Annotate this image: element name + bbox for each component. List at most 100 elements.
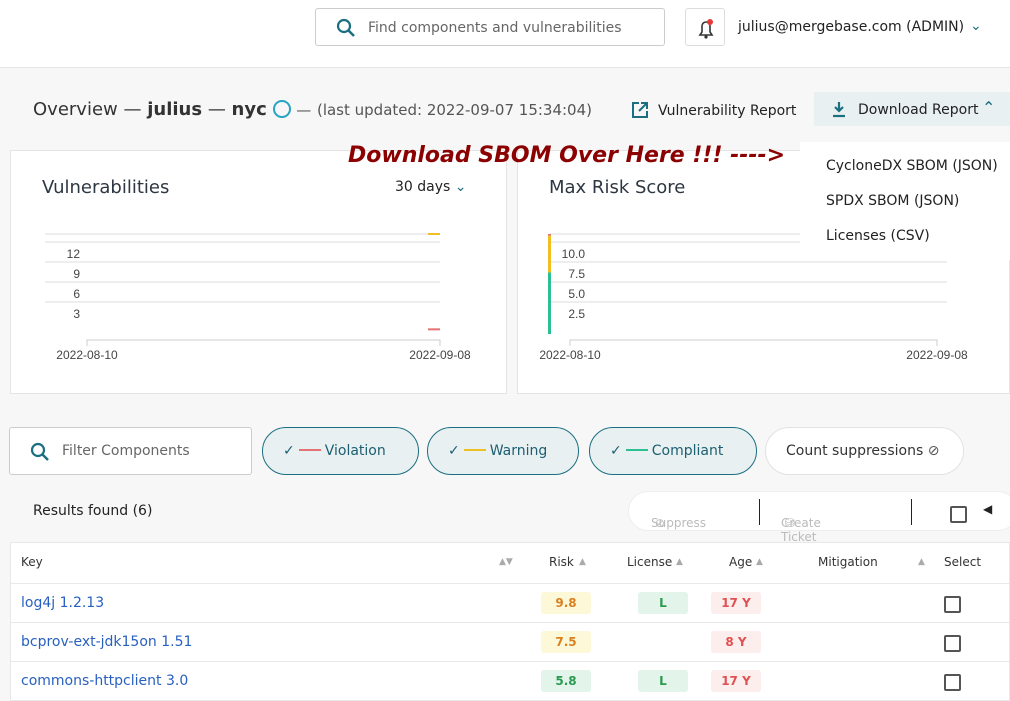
warning-line-icon — [463, 449, 486, 451]
eye-slash-icon: ⊘ — [654, 516, 665, 530]
warning-label: Warning — [489, 443, 548, 459]
x-tick-label: 2022-08-10 — [540, 348, 601, 362]
component-link[interactable]: commons-httpclient 3.0 — [21, 673, 188, 689]
check-icon: ✓ — [448, 443, 460, 459]
table-row[interactable]: bcprov-ext-jdk15on 1.51 7.5 8 Y — [11, 622, 1009, 661]
global-search-input[interactable]: Find components and vulnerabilities — [315, 8, 665, 46]
y-tick-label: 7.5 — [568, 267, 585, 281]
column-select: Select — [944, 555, 982, 569]
violation-toggle[interactable]: ✓ Violation — [262, 427, 419, 475]
risk-bar-segment — [548, 272, 551, 334]
range-label: 30 days — [395, 179, 451, 195]
count-suppressions-label: Count suppressions — [786, 443, 924, 459]
callout-annotation: Download SBOM Over Here !!! ----> — [348, 143, 786, 168]
risk-badge: 9.8 — [541, 592, 591, 614]
vulnerability-report-link[interactable]: Vulnerability Report — [630, 100, 796, 120]
overview-project: nyc — [231, 99, 267, 120]
x-axis — [569, 339, 938, 346]
component-link[interactable]: log4j 1.2.13 — [21, 595, 104, 611]
x-axis — [86, 339, 441, 346]
age-badge: 17 Y — [711, 670, 761, 692]
vulnerabilities-chart: 3 6 9 12 2022-08-10 2022-09-08 — [45, 233, 471, 362]
x-tick-label: 2022-09-08 — [906, 348, 968, 362]
download-menu: CycloneDX SBOM (JSON) SPDX SBOM (JSON) L… — [800, 142, 1010, 260]
results-count: Results found (6) — [33, 503, 153, 519]
separator: — — [123, 99, 142, 120]
download-report-button[interactable]: Download Report ⌃ — [814, 92, 1010, 126]
download-report-label: Download Report — [858, 102, 979, 118]
vulnerability-report-label: Vulnerability Report — [658, 103, 797, 119]
y-tick-label: 9 — [73, 267, 80, 281]
top-header: Find components and vulnerabilities juli… — [0, 0, 1010, 68]
last-updated: (last updated: 2022-09-07 15:34:04) — [316, 101, 593, 119]
violation-label: Violation — [324, 443, 386, 459]
y-tick-label: 2.5 — [568, 307, 585, 321]
suppress-button[interactable]: Suppress ⊘ — [651, 504, 706, 530]
notifications-button[interactable] — [685, 8, 725, 46]
column-mitigation[interactable]: Mitigation — [818, 555, 878, 569]
overview-label: Overview — [33, 99, 118, 120]
count-suppressions-toggle[interactable]: Count suppressions ⊘ — [765, 427, 964, 475]
caret-left-icon[interactable]: ◀ — [983, 502, 992, 516]
risk-badge: 7.5 — [541, 631, 591, 653]
bell-icon — [698, 19, 714, 39]
filter-components-input[interactable]: Filter Components — [9, 427, 252, 475]
database-plus-icon: ⛁ — [784, 516, 795, 530]
search-placeholder: Find components and vulnerabilities — [368, 20, 622, 36]
bulk-actions-bar: Suppress ⊘ Create Ticket ⛁ ◀ — [628, 491, 1010, 544]
y-tick-label: 3 — [73, 307, 80, 321]
search-icon — [336, 18, 355, 37]
compliant-label: Compliant — [651, 443, 724, 459]
check-icon: ✓ — [283, 443, 295, 459]
chevron-up-icon: ⌃ — [982, 98, 996, 117]
table-row[interactable]: commons-httpclient 3.0 5.8 L 17 Y — [11, 661, 1009, 700]
violation-line-icon — [298, 449, 321, 451]
age-badge: 17 Y — [711, 592, 761, 614]
filter-placeholder: Filter Components — [62, 443, 190, 459]
menu-item-cyclonedx[interactable]: CycloneDX SBOM (JSON) — [826, 158, 998, 174]
sort-icon[interactable]: ▲ — [756, 557, 763, 567]
warning-toggle[interactable]: ✓ Warning — [427, 427, 579, 475]
age-badge: 8 Y — [711, 631, 761, 653]
eye-slash-icon: ⊘ — [927, 443, 940, 459]
column-license[interactable]: License — [627, 555, 672, 569]
overview-user: julius — [147, 99, 203, 120]
divider — [911, 499, 912, 525]
chevron-down-icon[interactable]: ⌄ — [970, 18, 982, 34]
user-menu[interactable]: julius@mergebase.com (ADMIN) — [738, 19, 964, 35]
range-dropdown[interactable]: 30 days ⌄ — [395, 179, 467, 195]
create-ticket-button[interactable]: Create Ticket ⛁ — [781, 504, 821, 544]
menu-item-licenses[interactable]: Licenses (CSV) — [826, 228, 930, 244]
sort-icon[interactable]: ▲ — [579, 557, 586, 567]
row-checkbox[interactable] — [944, 596, 961, 613]
sort-icon[interactable]: ▲▼ — [499, 557, 513, 567]
component-link[interactable]: bcprov-ext-jdk15on 1.51 — [21, 634, 192, 650]
separator: — — [207, 99, 226, 120]
chart-title: Max Risk Score — [549, 177, 686, 198]
select-all-checkbox[interactable] — [950, 506, 967, 523]
column-risk[interactable]: Risk — [549, 555, 574, 569]
license-badge: L — [638, 670, 688, 692]
x-tick-label: 2022-08-10 — [56, 348, 118, 362]
table-row[interactable]: log4j 1.2.13 9.8 L 17 Y — [11, 583, 1009, 622]
external-link-icon — [632, 102, 648, 118]
chevron-down-icon: ⌄ — [454, 179, 467, 195]
chart-title: Vulnerabilities — [42, 177, 170, 198]
y-tick-label: 6 — [73, 287, 80, 301]
column-key[interactable]: Key — [21, 555, 43, 569]
components-table: Key ▲▼ Risk ▲ License ▲ Age ▲ Mitigation… — [10, 542, 1010, 701]
sort-icon[interactable]: ▲ — [676, 557, 683, 567]
table-header: Key ▲▼ Risk ▲ License ▲ Age ▲ Mitigation… — [11, 543, 1009, 583]
sort-icon[interactable]: ▲ — [918, 557, 925, 567]
row-checkbox[interactable] — [944, 674, 961, 691]
compliant-toggle[interactable]: ✓ Compliant — [589, 427, 757, 475]
y-tick-label: 5.0 — [568, 287, 585, 301]
menu-item-spdx[interactable]: SPDX SBOM (JSON) — [826, 193, 959, 209]
status-circle-icon — [272, 100, 291, 118]
column-age[interactable]: Age — [729, 555, 752, 569]
separator: — — [296, 101, 312, 119]
risk-badge: 5.8 — [541, 670, 591, 692]
x-tick-label: 2022-09-08 — [409, 348, 471, 362]
row-checkbox[interactable] — [944, 635, 961, 652]
search-icon — [30, 442, 49, 461]
